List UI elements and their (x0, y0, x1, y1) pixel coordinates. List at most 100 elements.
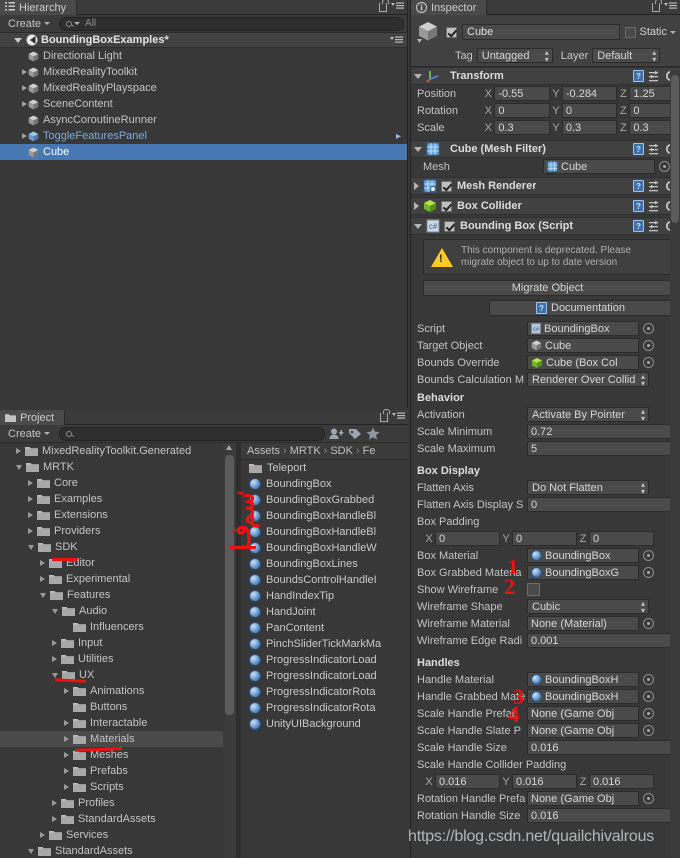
hierarchy-menu-icon[interactable] (391, 1, 404, 13)
help-icon[interactable]: ? (633, 70, 644, 82)
foldout-icon[interactable] (414, 182, 419, 190)
property-object-field[interactable]: None (Game Obj (527, 723, 639, 738)
foldout-icon[interactable] (28, 528, 33, 534)
transform-y[interactable]: 0.3 (561, 120, 618, 135)
foldout-icon[interactable] (52, 656, 57, 662)
project-tree-item[interactable]: MixedRealityToolkit.Generated (0, 443, 236, 459)
asset-list-item[interactable]: PanContent (241, 620, 408, 636)
project-tree-item[interactable]: Audio (0, 603, 236, 619)
object-picker-icon[interactable] (643, 340, 654, 351)
project-tree-item[interactable]: Editor (0, 555, 236, 571)
transform-x[interactable]: 0 (494, 103, 550, 118)
scene-foldout-icon[interactable] (14, 37, 22, 43)
property-value-field[interactable]: 0.016 (527, 808, 675, 823)
help-icon[interactable]: ? (633, 143, 644, 155)
foldout-icon[interactable] (28, 848, 34, 854)
property-object-field[interactable]: BoundingBox (527, 548, 639, 563)
preset-icon[interactable] (649, 70, 660, 82)
asset-list-item[interactable]: Teleport (241, 460, 408, 476)
hierarchy-item[interactable]: Directional Light (0, 48, 407, 64)
hierarchy-item[interactable]: ToggleFeaturesPanel ▸ (0, 128, 407, 144)
object-picker-icon[interactable] (643, 567, 654, 578)
object-picker-icon[interactable] (643, 323, 654, 334)
asset-list-item[interactable]: ProgressIndicatorRota (241, 684, 408, 700)
breadcrumb-item[interactable]: SDK (330, 445, 353, 457)
object-picker-icon[interactable] (643, 793, 654, 804)
transform-y[interactable]: 0 (561, 103, 618, 118)
foldout-icon[interactable] (40, 576, 45, 582)
transform-x[interactable]: -0.55 (494, 86, 550, 101)
chevron-right-icon[interactable]: ▸ (396, 131, 401, 142)
transform-z[interactable]: 0 (629, 103, 676, 118)
project-tree-item[interactable]: MRTK (0, 459, 236, 475)
lock-icon[interactable] (380, 408, 390, 422)
property-object-field[interactable]: BoundingBoxH (527, 689, 639, 704)
project-tree-item[interactable]: Animations (0, 683, 236, 699)
project-tree-item[interactable]: UX (0, 667, 236, 683)
filter-by-label-icon[interactable] (348, 428, 362, 440)
foldout-icon[interactable] (64, 736, 69, 742)
property-object-field[interactable]: None (Game Obj (527, 791, 639, 806)
property-object-field[interactable]: Cube (Box Col (527, 355, 639, 370)
project-tree-item[interactable]: Buttons (0, 699, 236, 715)
help-icon[interactable]: ? (633, 200, 644, 212)
migrate-object-button[interactable]: Migrate Object (423, 280, 672, 296)
asset-list-item[interactable]: BoundsControlHandleI (241, 572, 408, 588)
foldout-icon[interactable] (64, 720, 69, 726)
object-picker-icon[interactable] (643, 674, 654, 685)
foldout-icon[interactable] (28, 480, 33, 486)
property-value-field[interactable]: 0.72 (527, 424, 675, 439)
lock-icon[interactable] (379, 0, 389, 12)
asset-list-item[interactable]: HandIndexTip (241, 588, 408, 604)
component-enabled-checkbox[interactable] (444, 220, 455, 232)
property-value-field[interactable]: 0 (527, 497, 675, 512)
collider-padding-y[interactable]: 0.016 (512, 774, 577, 789)
property-dropdown[interactable]: Cubic ▴ ▾ (527, 599, 649, 614)
project-tree-item[interactable]: Interactable (0, 715, 236, 731)
foldout-icon[interactable] (64, 784, 69, 790)
property-checkbox[interactable] (527, 583, 540, 596)
component-enabled-checkbox[interactable] (441, 180, 452, 192)
foldout-icon[interactable] (40, 560, 45, 566)
object-picker-icon[interactable] (643, 691, 654, 702)
project-tree-item[interactable]: Profiles (0, 795, 236, 811)
asset-list-item[interactable]: BoundingBoxLines (241, 556, 408, 572)
project-tree-item[interactable]: StandardAssets (0, 843, 236, 858)
transform-y[interactable]: -0.284 (561, 86, 618, 101)
component-header-mesh-filter[interactable]: Cube (Mesh Filter) ? (411, 140, 680, 158)
component-header[interactable]: Box Collider? (411, 197, 680, 215)
tab-inspector[interactable]: Inspector (411, 0, 488, 15)
project-tree-item[interactable]: Providers (0, 523, 236, 539)
object-picker-icon[interactable] (659, 161, 670, 172)
foldout-icon[interactable] (52, 608, 58, 614)
foldout-icon[interactable] (64, 752, 69, 758)
foldout-icon[interactable] (52, 640, 57, 646)
foldout-icon[interactable] (64, 688, 69, 694)
hierarchy-item[interactable]: SceneContent (0, 96, 407, 112)
project-tree-item[interactable]: Materials (0, 731, 236, 747)
foldout-icon[interactable] (28, 496, 33, 502)
object-picker-icon[interactable] (643, 725, 654, 736)
project-tree-scrollbar[interactable] (223, 443, 236, 858)
filter-by-type-icon[interactable] (329, 427, 344, 440)
property-value-field[interactable]: 0.001 (527, 633, 675, 648)
preset-icon[interactable] (649, 143, 660, 155)
preset-icon[interactable] (649, 200, 660, 212)
foldout-icon[interactable] (52, 816, 57, 822)
project-tree-item[interactable]: Influencers (0, 619, 236, 635)
project-tree-item[interactable]: Input (0, 635, 236, 651)
foldout-icon[interactable] (40, 832, 45, 838)
project-tree-item[interactable]: Experimental (0, 571, 236, 587)
hierarchy-search-input[interactable]: All (59, 16, 404, 31)
hierarchy-item[interactable]: Cube (0, 144, 407, 160)
help-icon[interactable]: ? (633, 180, 644, 192)
static-dropdown-icon[interactable] (670, 30, 676, 34)
transform-z[interactable]: 0.3 (629, 120, 676, 135)
scene-row[interactable]: BoundingBoxExamples* (0, 33, 407, 48)
transform-x[interactable]: 0.3 (494, 120, 550, 135)
help-icon[interactable]: ? (633, 220, 644, 232)
project-create-button[interactable]: Create (3, 426, 55, 441)
project-tree-item[interactable]: Examples (0, 491, 236, 507)
component-header[interactable]: c# Bounding Box (Script? (411, 217, 680, 235)
project-tree-item[interactable]: Scripts (0, 779, 236, 795)
